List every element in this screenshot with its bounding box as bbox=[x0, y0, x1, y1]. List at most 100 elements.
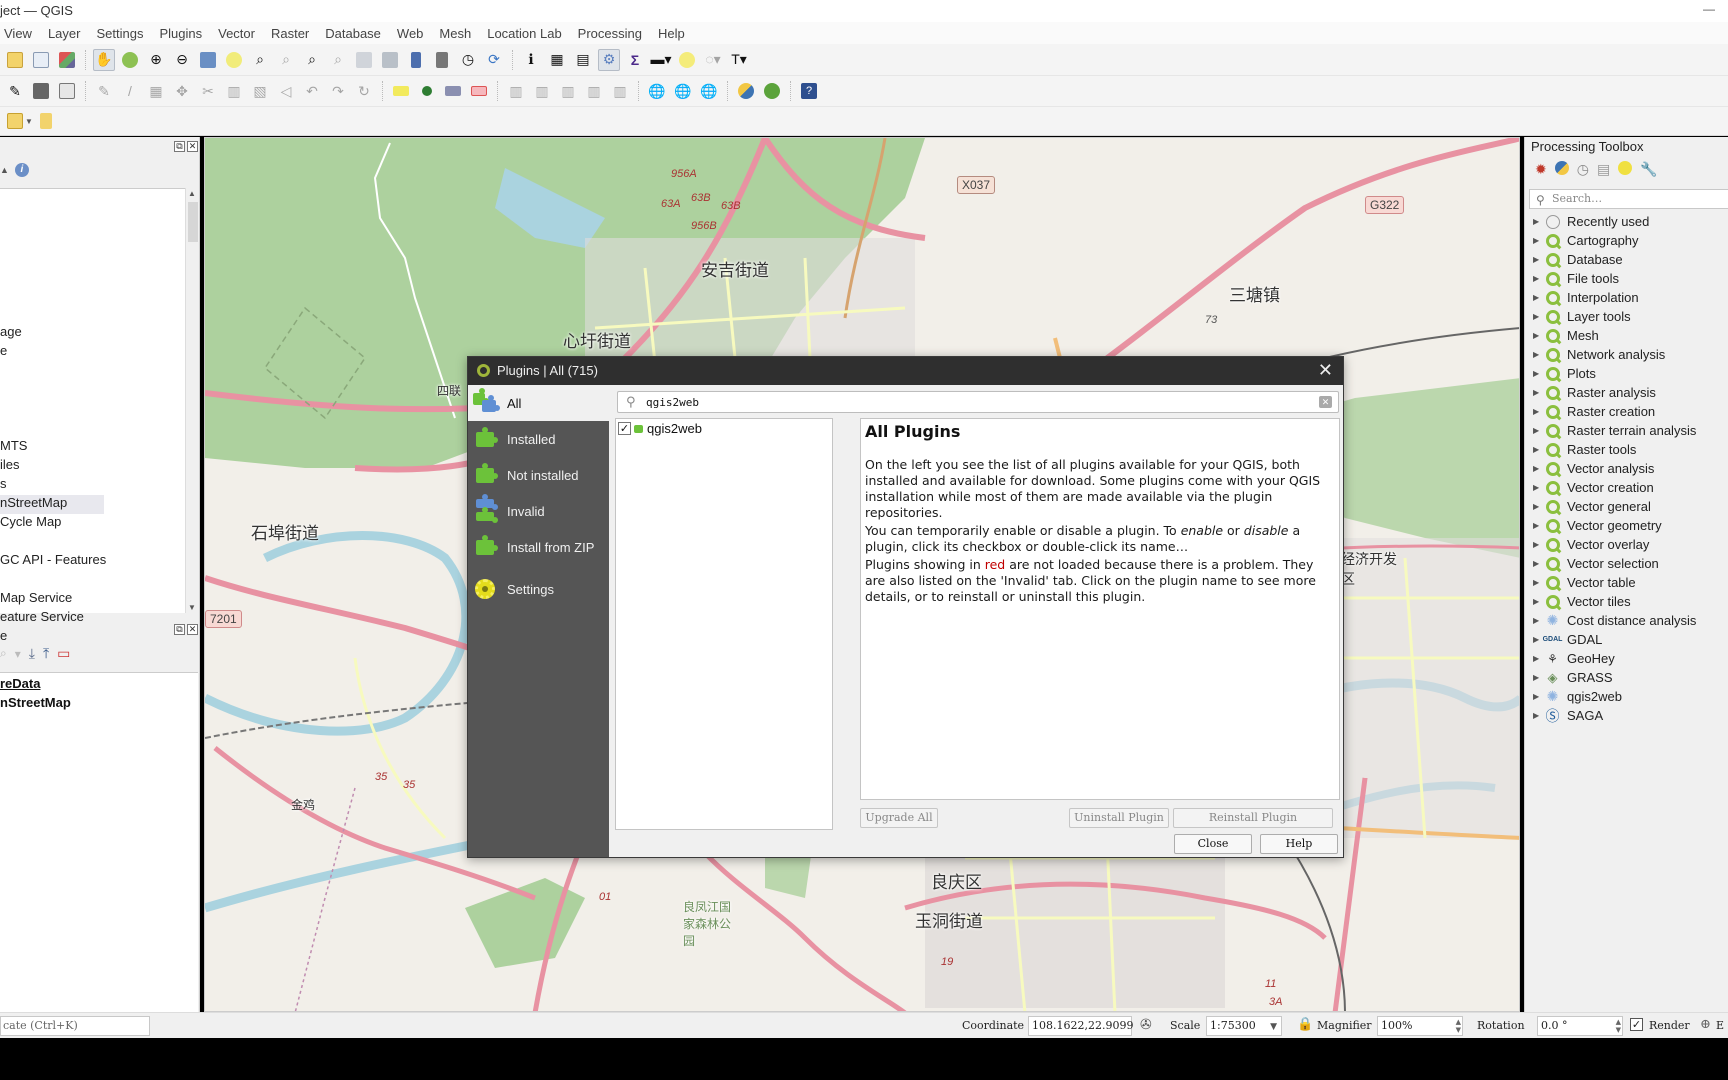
label-tool-icon[interactable] bbox=[390, 80, 412, 102]
expand-caret-icon[interactable]: ▶ bbox=[1525, 635, 1541, 644]
browser-scrollbar[interactable]: ▲ ▼ bbox=[185, 188, 199, 613]
measure-icon[interactable]: ▬▾ bbox=[650, 49, 672, 71]
zoom-full-icon[interactable] bbox=[197, 49, 219, 71]
layer-item[interactable]: nStreetMap bbox=[0, 695, 71, 710]
expand-caret-icon[interactable]: ▶ bbox=[1525, 426, 1541, 435]
expand-all-icon[interactable]: ⤓ bbox=[29, 645, 35, 662]
upgrade-all-button[interactable]: Upgrade All bbox=[860, 808, 938, 828]
pan-map-icon[interactable]: ✋ bbox=[93, 48, 115, 71]
spinner-icon[interactable]: ▲ ▼ bbox=[1616, 1018, 1621, 1034]
map-tips-icon[interactable] bbox=[676, 49, 698, 71]
edit-features-in-place-icon[interactable] bbox=[1618, 161, 1633, 178]
processing-tree-item[interactable]: ▶ Mesh bbox=[1525, 326, 1728, 345]
menu-mesh[interactable]: Mesh bbox=[431, 26, 479, 41]
render-checkbox[interactable]: ✓ bbox=[1630, 1018, 1643, 1031]
expand-caret-icon[interactable]: ▶ bbox=[1525, 597, 1541, 606]
crs-globe-icon[interactable]: ⊕ bbox=[1700, 1017, 1711, 1032]
processing-tree-item[interactable]: ▶ ◈ GRASS bbox=[1525, 668, 1728, 687]
sidebar-item-installed[interactable]: Installed bbox=[468, 421, 609, 457]
expand-caret-icon[interactable]: ▶ bbox=[1525, 274, 1541, 283]
redo-icon[interactable]: ↷ bbox=[327, 80, 349, 102]
undo-icon[interactable]: ↶ bbox=[301, 80, 323, 102]
processing-tree-item[interactable]: ▶ Vector geometry bbox=[1525, 516, 1728, 535]
layout-manager-icon[interactable] bbox=[56, 49, 78, 71]
identify-icon[interactable]: ℹ bbox=[520, 49, 542, 71]
processing-search-input[interactable]: ⚲ Search… bbox=[1529, 189, 1728, 209]
scale-field[interactable]: 1:75300 ▼ bbox=[1206, 1016, 1282, 1036]
locator-search-input[interactable]: cate (Ctrl+K) bbox=[0, 1016, 150, 1036]
scroll-down-icon[interactable]: ▼ bbox=[188, 603, 196, 612]
menu-raster[interactable]: Raster bbox=[263, 26, 317, 41]
menu-layer[interactable]: Layer bbox=[40, 26, 89, 41]
vertex-tool-icon[interactable] bbox=[56, 80, 78, 102]
close-panel-button[interactable]: ✕ bbox=[187, 141, 198, 152]
processing-tree-item[interactable]: ▶ Vector tiles bbox=[1525, 592, 1728, 611]
python-scripts-icon[interactable] bbox=[1554, 161, 1569, 178]
cut-features-icon[interactable]: ▥ bbox=[223, 80, 245, 102]
zoom-native-icon[interactable]: ⌕ bbox=[275, 49, 297, 71]
label-pin-icon[interactable]: ▥ bbox=[609, 80, 631, 102]
digitize-icon[interactable]: / bbox=[119, 80, 141, 102]
scroll-up-icon[interactable]: ▲ bbox=[188, 189, 196, 198]
info-icon[interactable]: i bbox=[14, 163, 29, 177]
zoom-to-selection-icon[interactable] bbox=[223, 49, 245, 71]
sidebar-item-not-installed[interactable]: Not installed bbox=[468, 457, 609, 493]
rotation-field[interactable]: 0.0 ° ▲ ▼ bbox=[1537, 1016, 1623, 1036]
magnifier-field[interactable]: 100% ▲ ▼ bbox=[1377, 1016, 1463, 1036]
reinstall-plugin-button[interactable]: Reinstall Plugin bbox=[1173, 808, 1333, 828]
save-as-icon[interactable] bbox=[30, 49, 52, 71]
sidebar-item-settings[interactable]: Settings bbox=[468, 571, 609, 607]
menu-database[interactable]: Database bbox=[317, 26, 389, 41]
expand-caret-icon[interactable]: ▶ bbox=[1525, 464, 1541, 473]
menu-web[interactable]: Web bbox=[389, 26, 432, 41]
sidebar-item-invalid[interactable]: Invalid bbox=[468, 493, 609, 529]
rotate-icon[interactable]: ↻ bbox=[353, 80, 375, 102]
expand-caret-icon[interactable]: ▶ bbox=[1525, 369, 1541, 378]
processing-tree-item[interactable]: ▶ Raster creation bbox=[1525, 402, 1728, 421]
expand-caret-icon[interactable]: ▶ bbox=[1525, 654, 1541, 663]
zoom-to-layer-icon[interactable]: ⌕ bbox=[249, 49, 271, 71]
expand-caret-icon[interactable]: ▶ bbox=[1525, 483, 1541, 492]
toggle-editing-icon[interactable] bbox=[30, 80, 52, 102]
add-wcs-icon[interactable]: 🌐 bbox=[698, 80, 720, 102]
attribute-table-icon[interactable]: ▦ bbox=[546, 49, 568, 71]
help-contents-icon[interactable]: ? bbox=[798, 80, 820, 102]
float-panel-button[interactable]: ⧉ bbox=[174, 141, 185, 152]
plugin-search-input[interactable] bbox=[646, 394, 1296, 410]
menu-settings[interactable]: Settings bbox=[88, 26, 151, 41]
browser-item[interactable]: Map Service bbox=[0, 590, 72, 609]
add-wfs-icon[interactable]: 🌐 bbox=[672, 80, 694, 102]
processing-tree-item[interactable]: ▶ Raster tools bbox=[1525, 440, 1728, 459]
results-viewer-icon[interactable]: ▤ bbox=[1597, 161, 1610, 178]
expand-caret-icon[interactable]: ▶ bbox=[1525, 388, 1541, 397]
close-button[interactable]: Close bbox=[1174, 834, 1252, 854]
sidebar-item-all[interactable]: All bbox=[468, 385, 609, 421]
zoom-next-icon[interactable]: ⌕ bbox=[327, 49, 349, 71]
close-panel-button[interactable]: ✕ bbox=[187, 624, 198, 635]
menu-processing[interactable]: Processing bbox=[570, 26, 650, 41]
float-panel-button[interactable]: ⧉ bbox=[174, 624, 185, 635]
python-console-icon[interactable] bbox=[735, 80, 757, 102]
coordinate-field[interactable]: 108.1622,22.9099 bbox=[1028, 1016, 1133, 1036]
expand-caret-icon[interactable]: ▶ bbox=[1525, 350, 1541, 359]
processing-tree-item[interactable]: ▶ ✺ Cost distance analysis bbox=[1525, 611, 1728, 630]
paste-features-icon[interactable]: ◁ bbox=[275, 80, 297, 102]
scrollbar-thumb[interactable] bbox=[188, 202, 198, 242]
processing-tree-item[interactable]: ▶ Plots bbox=[1525, 364, 1728, 383]
new-layer-dropdown-icon[interactable]: ▼ bbox=[25, 117, 33, 126]
plugin-enabled-checkbox[interactable]: ✓ bbox=[618, 422, 631, 435]
filter-dropdown-icon[interactable]: ▾ bbox=[15, 647, 21, 661]
chevron-down-icon[interactable]: ▼ bbox=[1270, 1018, 1277, 1036]
show-bookmarks-icon[interactable] bbox=[431, 49, 453, 71]
menu-vector[interactable]: Vector bbox=[210, 26, 263, 41]
expand-caret-icon[interactable]: ▶ bbox=[1525, 559, 1541, 568]
add-feature-icon[interactable]: ✎ bbox=[93, 80, 115, 102]
layer-group[interactable]: reData bbox=[0, 676, 40, 691]
processing-tree-item[interactable]: ▶ Vector overlay bbox=[1525, 535, 1728, 554]
expand-caret-icon[interactable]: ▶ bbox=[1525, 692, 1541, 701]
history-icon[interactable]: ◷ bbox=[1577, 161, 1589, 178]
browser-item[interactable]: iles bbox=[0, 457, 20, 476]
expand-caret-icon[interactable]: ▶ bbox=[1525, 255, 1541, 264]
models-icon[interactable]: ✹ bbox=[1535, 161, 1547, 178]
expand-caret-icon[interactable]: ▶ bbox=[1525, 673, 1541, 682]
